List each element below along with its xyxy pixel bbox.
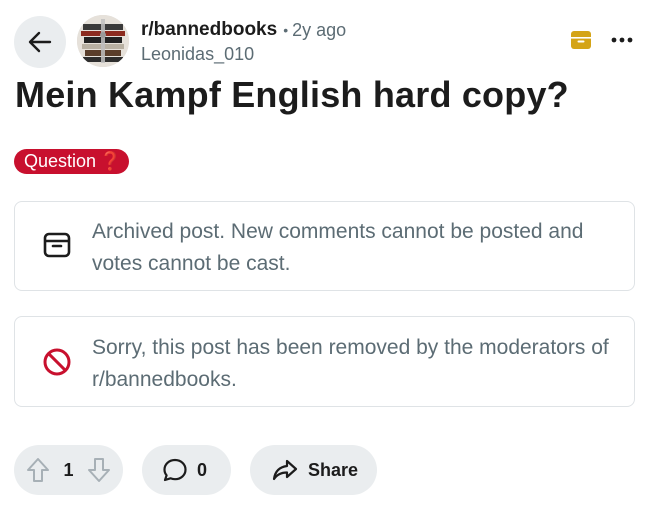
vote-count: 1	[63, 459, 74, 480]
downvote-button[interactable]	[87, 457, 111, 483]
vote-bar: 1	[14, 445, 123, 495]
more-options-button[interactable]	[606, 26, 638, 54]
archive-outline-icon	[43, 232, 71, 258]
more-horizontal-icon	[611, 37, 633, 43]
subreddit-name[interactable]: r/bannedbooks	[141, 18, 277, 42]
arrow-left-icon	[28, 31, 52, 53]
archived-notice-text: Archived post. New comments cannot be po…	[92, 220, 584, 275]
comment-bubble-icon	[163, 458, 187, 482]
post-author[interactable]: Leonidas_010	[141, 42, 346, 66]
ban-icon	[43, 348, 71, 376]
removed-notice-text: Sorry, this post has been removed by the…	[92, 336, 609, 391]
archived-notice: Archived post. New comments cannot be po…	[14, 201, 635, 291]
share-label: Share	[308, 459, 359, 480]
post-flair[interactable]: Question ❓	[14, 149, 130, 174]
post-meta: r/bannedbooks • 2y ago Leonidas_010	[141, 18, 346, 66]
upvote-arrow-icon	[27, 458, 49, 482]
post-title: Mein Kampf English hard copy?	[15, 74, 569, 115]
meta-separator: •	[283, 22, 289, 38]
upvote-button[interactable]	[26, 457, 50, 483]
back-button[interactable]	[14, 16, 66, 68]
flair-label: Question	[24, 151, 97, 171]
comments-button[interactable]: 0	[142, 445, 231, 495]
share-button[interactable]: Share	[250, 445, 377, 495]
subreddit-avatar[interactable]	[77, 15, 129, 67]
question-mark-icon: ❓	[99, 151, 122, 171]
removed-notice: Sorry, this post has been removed by the…	[14, 316, 635, 407]
downvote-arrow-icon	[87, 458, 110, 482]
comment-count: 0	[197, 459, 208, 480]
share-arrow-icon	[272, 459, 298, 481]
archive-box-icon	[571, 31, 591, 49]
post-age: 2y ago	[292, 20, 347, 40]
